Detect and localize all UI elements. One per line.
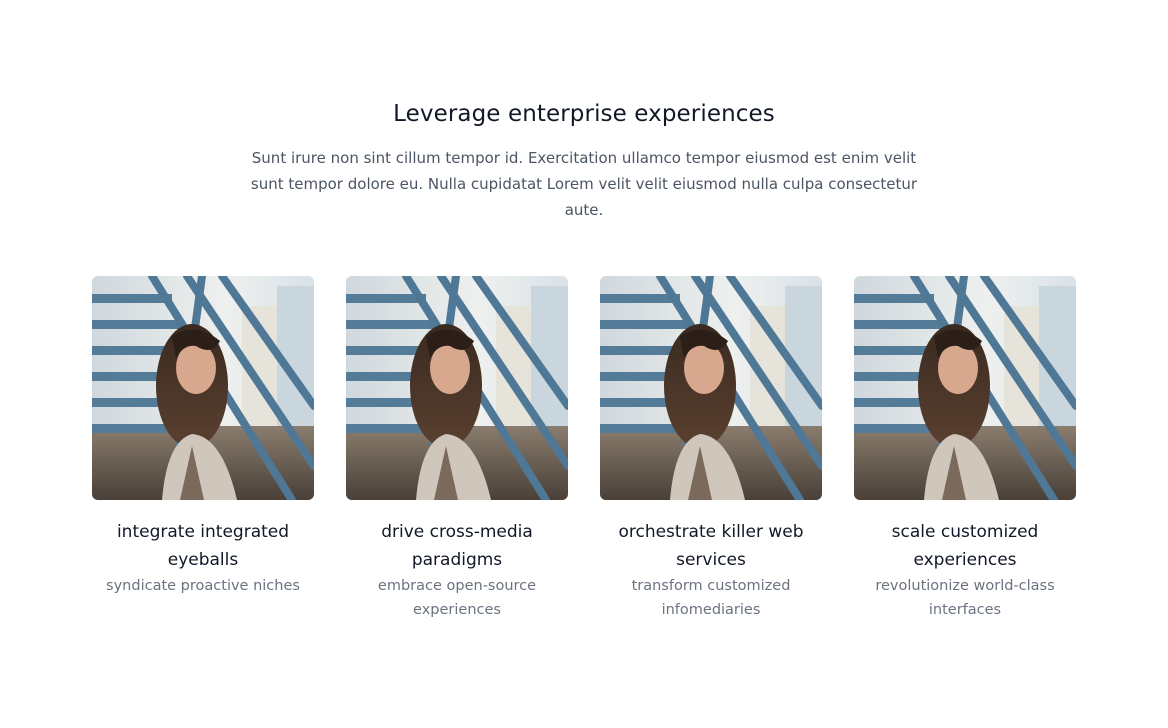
- team-member-role: embrace open-source experiences: [377, 578, 537, 618]
- team-member-role: revolutionize world-class interfaces: [875, 578, 1055, 618]
- team-card: scale customized experiences revolutioni…: [854, 276, 1076, 622]
- team-card: integrate integrated eyeballs syndicate …: [92, 276, 314, 622]
- section-description: Sunt irure non sint cillum tempor id. Ex…: [250, 149, 918, 219]
- team-photo: [346, 276, 568, 500]
- section-title: Leverage enterprise experiences: [393, 101, 775, 127]
- team-member-role: transform customized infomediaries: [631, 578, 791, 618]
- team-section: Leverage enterprise experiences Sunt iru…: [0, 0, 1168, 728]
- team-photo: [92, 276, 314, 500]
- team-member-name: orchestrate killer web services: [618, 522, 804, 570]
- team-card: orchestrate killer web services transfor…: [600, 276, 822, 622]
- team-member-name: integrate integrated eyeballs: [116, 522, 290, 570]
- team-photo: [600, 276, 822, 500]
- team-member-role: syndicate proactive niches: [106, 578, 300, 594]
- team-photo: [854, 276, 1076, 500]
- team-member-name: drive cross-media paradigms: [381, 522, 533, 570]
- team-grid: integrate integrated eyeballs syndicate …: [92, 276, 1076, 622]
- team-member-name: scale customized experiences: [891, 522, 1039, 570]
- team-card: drive cross-media paradigms embrace open…: [346, 276, 568, 622]
